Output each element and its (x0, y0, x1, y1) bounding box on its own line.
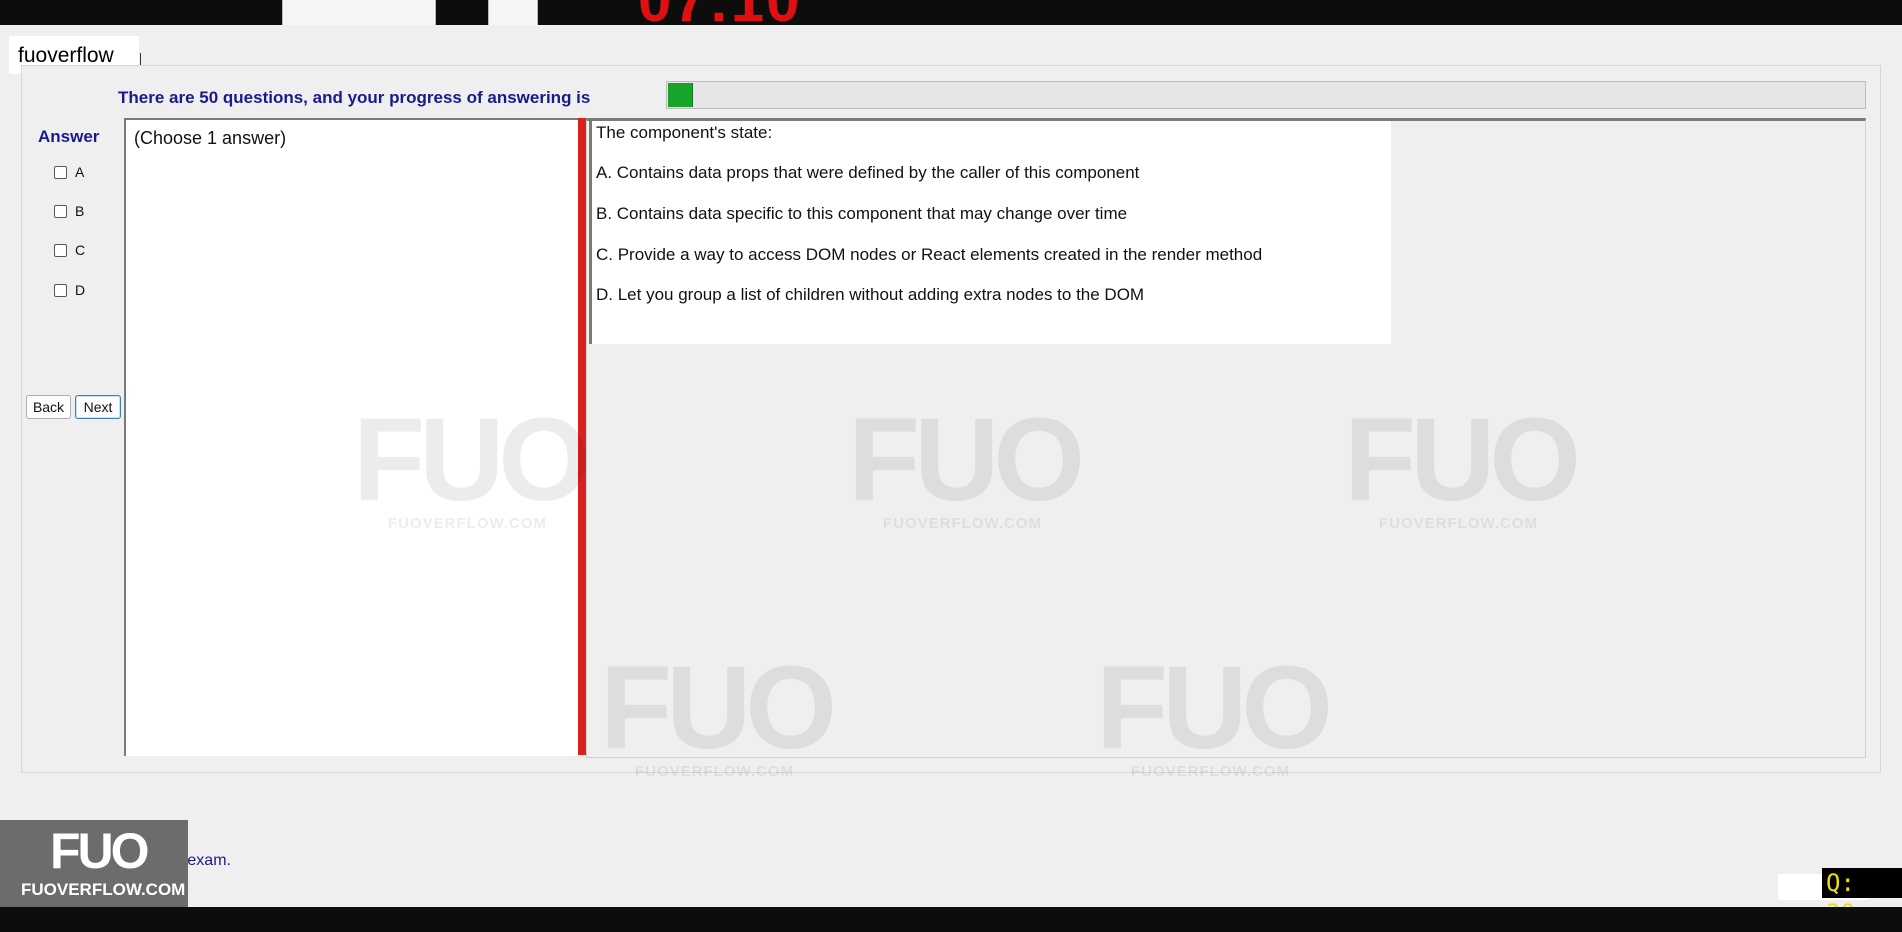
answer-option-a[interactable]: A (54, 162, 84, 182)
question-counter: Q: 30 (1822, 868, 1902, 927)
countdown-timer: 07:10 (638, 0, 801, 25)
font-size-dropdown[interactable] (488, 0, 538, 25)
splitter-bar[interactable] (578, 118, 586, 755)
bottom-bar (0, 907, 1902, 932)
progress-fill (668, 83, 693, 107)
question-content: The component's state: A. Contains data … (589, 121, 1391, 344)
answer-heading: Answer (38, 127, 100, 146)
question-option-c: C. Provide a way to access DOM nodes or … (596, 245, 1263, 264)
answer-textbox[interactable]: (Choose 1 answer) (124, 118, 582, 756)
progress-bar (666, 81, 1866, 109)
logo-text: FUOVERFLOW.COM (21, 880, 186, 899)
answer-c-label: C (75, 242, 86, 258)
next-button[interactable]: Next (75, 395, 121, 419)
answer-option-c[interactable]: C (54, 240, 85, 260)
top-bar: 07:10 (0, 0, 1902, 25)
logo-mark: FUO (50, 823, 150, 879)
question-option-a: A. Contains data props that were defined… (596, 163, 1140, 182)
fuoverflow-logo: FUO FUOVERFLOW.COM (0, 820, 188, 907)
exam-code-dropdown[interactable] (282, 0, 436, 25)
answer-hint: (Choose 1 answer) (134, 128, 287, 148)
answer-b-checkbox[interactable] (54, 204, 67, 218)
answer-b-label: B (75, 203, 85, 219)
answer-option-d[interactable]: D (54, 280, 85, 300)
answer-a-label: A (75, 164, 85, 180)
back-button[interactable]: Back (26, 395, 71, 419)
question-stem: The component's state: (596, 123, 773, 142)
question-option-d: D. Let you group a list of children with… (596, 285, 1145, 304)
answer-a-checkbox[interactable] (54, 165, 67, 179)
answer-option-b[interactable]: B (54, 201, 84, 221)
answer-d-checkbox[interactable] (54, 283, 67, 297)
progress-label: There are 50 questions, and your progres… (118, 88, 591, 107)
question-option-b: B. Contains data specific to this compon… (596, 204, 1128, 223)
answer-d-label: D (75, 282, 86, 298)
answer-c-checkbox[interactable] (54, 243, 67, 257)
